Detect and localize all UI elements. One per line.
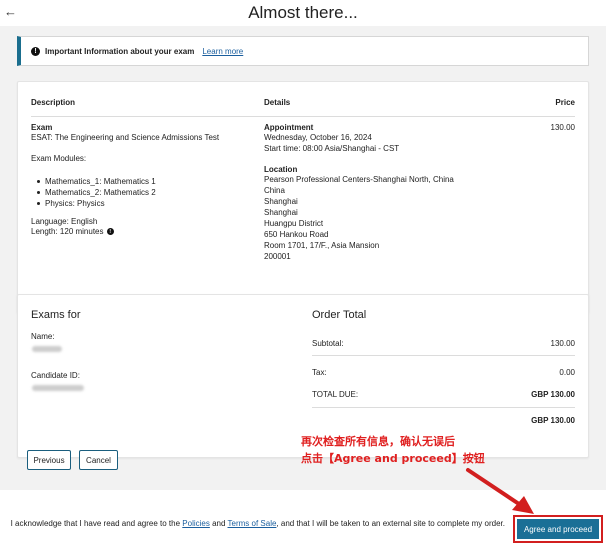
info-icon[interactable]: ! xyxy=(106,228,114,236)
candidate-id-redacted xyxy=(32,385,84,391)
policies-link[interactable]: Policies xyxy=(182,519,210,528)
name-value-redacted xyxy=(32,346,62,352)
length-text: Length: 120 minutes xyxy=(31,227,104,236)
appointment-label: Appointment xyxy=(264,123,314,132)
header-divider xyxy=(31,116,575,117)
location-line: Shanghai xyxy=(264,208,298,217)
price-header: Price xyxy=(555,98,575,107)
exam-price: 130.00 xyxy=(550,123,575,132)
start-time: Start time: 08:00 Asia/Shanghai - CST xyxy=(264,144,400,153)
appointment-date: Wednesday, October 16, 2024 xyxy=(264,133,372,142)
details-header: Details xyxy=(264,98,291,107)
location-line: Shanghai xyxy=(264,197,298,206)
tax-value: 0.00 xyxy=(559,368,575,377)
exam-name: ESAT: The Engineering and Science Admiss… xyxy=(31,133,220,142)
exams-for-title: Exams for xyxy=(31,309,81,321)
arrow-annotation-icon xyxy=(466,468,534,514)
annotation-line: 点击【Agree and proceed】按钮 xyxy=(301,452,485,465)
learn-more-link[interactable]: Learn more xyxy=(202,47,243,56)
list-item: Mathematics_1: Mathematics 1 xyxy=(36,176,156,187)
grand-total-value: GBP 130.00 xyxy=(531,416,575,425)
subtotal-label: Subtotal: xyxy=(312,339,344,348)
info-icon: ! xyxy=(31,46,40,56)
info-banner-text: Important Information about your exam xyxy=(45,46,195,56)
name-label: Name: xyxy=(31,332,55,341)
candidate-id-label: Candidate ID: xyxy=(31,371,80,380)
location-line: Pearson Professional Centers-Shanghai No… xyxy=(264,175,454,184)
divider xyxy=(312,407,575,408)
exam-label: Exam xyxy=(31,123,53,132)
location-label: Location xyxy=(264,165,298,174)
language-text: Language: English xyxy=(31,217,98,226)
length-row: Length: 120 minutes ! xyxy=(31,227,114,237)
modules-list: Mathematics_1: Mathematics 1 Mathematics… xyxy=(36,176,156,209)
location-line: 200001 xyxy=(264,252,291,261)
instruction-annotation: 再次检查所有信息，确认无误后 点击【Agree and proceed】按钮 xyxy=(301,433,485,467)
total-due-value: GBP 130.00 xyxy=(531,390,575,399)
total-due-label: TOTAL DUE: xyxy=(312,390,359,399)
location-line: Huangpu District xyxy=(264,219,324,228)
tax-label: Tax: xyxy=(312,368,327,377)
annotation-line: 再次检查所有信息，确认无误后 xyxy=(301,435,455,448)
previous-button[interactable]: Previous xyxy=(27,450,71,470)
main-content: ! Important Information about your exam … xyxy=(0,26,606,490)
exam-details-card: Description Details Price Exam ESAT: The… xyxy=(17,81,589,313)
terms-of-sale-link[interactable]: Terms of Sale xyxy=(228,519,277,528)
page-title: Almost there... xyxy=(248,3,358,22)
location-line: Room 1701, 17/F., Asia Mansion xyxy=(264,241,380,250)
list-item: Physics: Physics xyxy=(36,198,156,209)
ack-text: I acknowledge that I have read and agree… xyxy=(10,519,183,528)
ack-text: , and that I will be taken to an externa… xyxy=(276,519,505,528)
top-bar: ← Almost there... xyxy=(0,0,606,26)
acknowledgement-text: I acknowledge that I have read and agree… xyxy=(10,518,505,530)
cancel-button[interactable]: Cancel xyxy=(79,450,118,470)
description-header: Description xyxy=(31,98,76,107)
info-banner: ! Important Information about your exam … xyxy=(17,36,589,66)
location-line: 650 Hankou Road xyxy=(264,230,329,239)
subtotal-value: 130.00 xyxy=(550,339,575,348)
modules-label: Exam Modules: xyxy=(31,154,87,163)
agree-and-proceed-button[interactable]: Agree and proceed xyxy=(517,519,599,539)
location-line: China xyxy=(264,186,285,195)
divider xyxy=(312,355,575,356)
agree-highlight: Agree and proceed xyxy=(513,515,603,543)
list-item: Mathematics_2: Mathematics 2 xyxy=(36,187,156,198)
order-total-title: Order Total xyxy=(312,309,367,321)
ack-text: and xyxy=(209,519,228,528)
